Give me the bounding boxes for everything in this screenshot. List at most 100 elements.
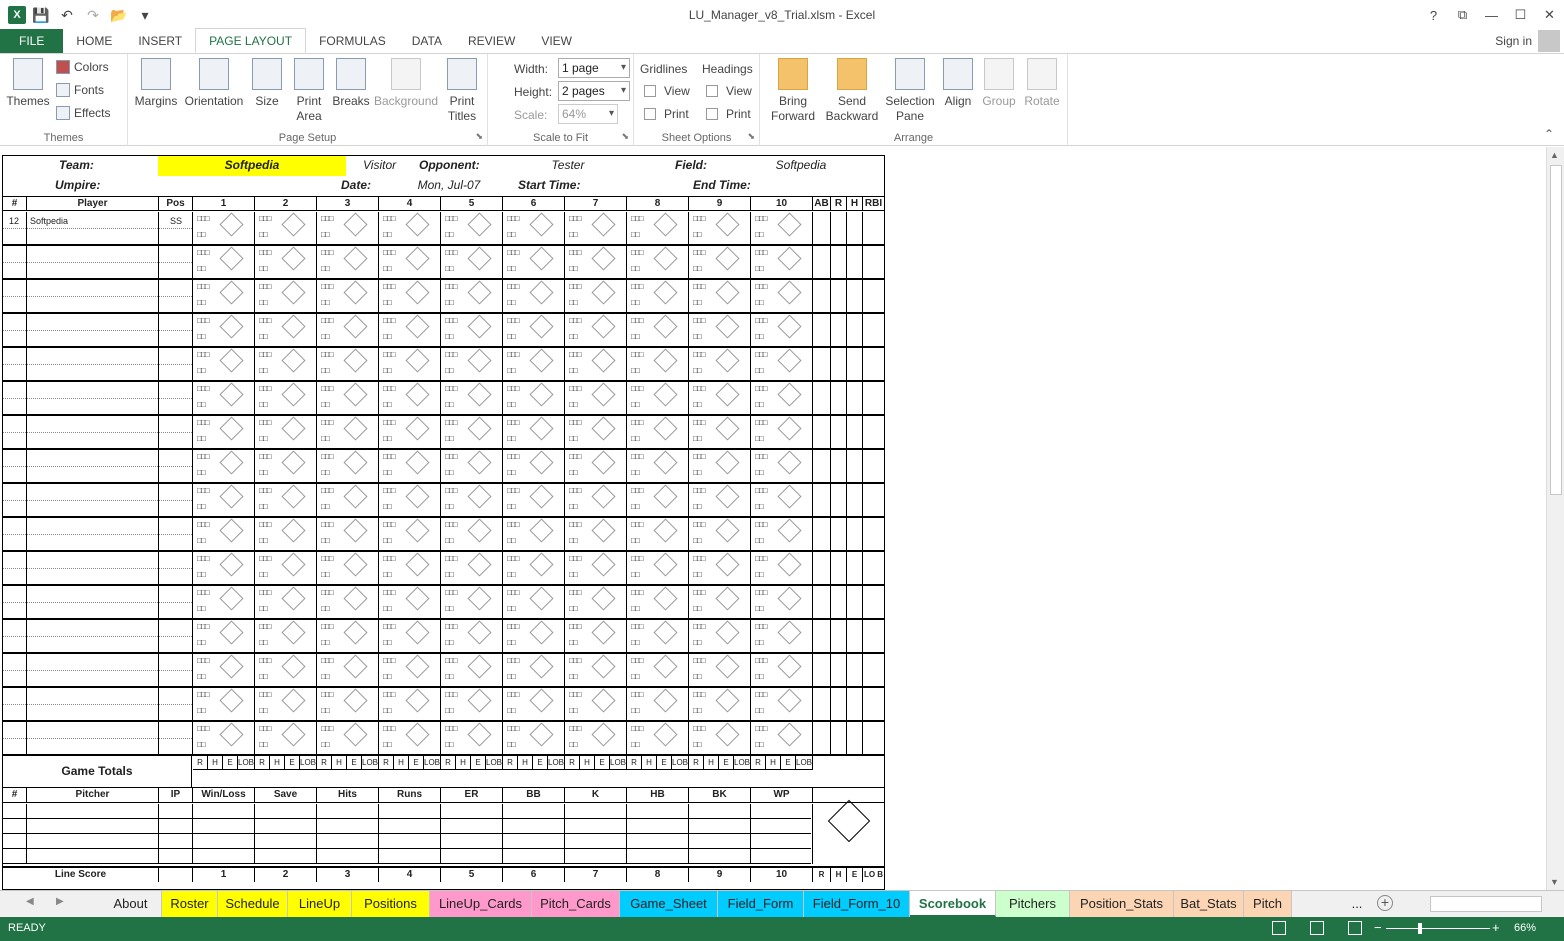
pitcher-cell[interactable] bbox=[627, 804, 689, 819]
worksheet[interactable]: Team: Softpedia Visitor Opponent: Tester… bbox=[0, 147, 1546, 890]
scroll-down-icon[interactable]: ▼ bbox=[1550, 877, 1559, 887]
sheet-tab-field-form[interactable]: Field_Form bbox=[718, 891, 804, 917]
at-bat-cell[interactable]: □□□ □□ bbox=[317, 654, 379, 686]
at-bat-cell[interactable]: □□□ □□ bbox=[627, 484, 689, 516]
page-layout-view-icon[interactable] bbox=[1310, 921, 1324, 935]
player-pos-cell[interactable] bbox=[159, 348, 193, 380]
stat-cell[interactable] bbox=[831, 518, 847, 550]
at-bat-cell[interactable]: □□□ □□ bbox=[565, 688, 627, 720]
redo-icon[interactable]: ↷ bbox=[82, 4, 104, 26]
at-bat-cell[interactable]: □□□ □□ bbox=[317, 722, 379, 754]
print-area-button[interactable]: Print Area bbox=[290, 58, 328, 124]
pitcher-cell[interactable] bbox=[379, 819, 441, 834]
player-number-cell[interactable] bbox=[3, 348, 27, 380]
at-bat-cell[interactable]: □□□ □□ bbox=[689, 552, 751, 584]
stat-cell[interactable] bbox=[863, 484, 884, 516]
group-button[interactable]: Group bbox=[982, 58, 1016, 109]
at-bat-cell[interactable]: □□□ □□ bbox=[503, 280, 565, 312]
pitcher-cell[interactable] bbox=[689, 804, 751, 819]
at-bat-cell[interactable]: □□□ □□ bbox=[503, 688, 565, 720]
player-pos-cell[interactable] bbox=[159, 654, 193, 686]
pitcher-cell[interactable] bbox=[317, 849, 379, 864]
zoom-level[interactable]: 66% bbox=[1514, 922, 1536, 934]
close-button[interactable]: ✕ bbox=[1535, 0, 1564, 30]
pitcher-cell[interactable] bbox=[565, 819, 627, 834]
at-bat-cell[interactable]: □□□ □□ bbox=[565, 722, 627, 754]
pitcher-cell[interactable] bbox=[255, 834, 317, 849]
align-button[interactable]: Align bbox=[942, 58, 974, 109]
at-bat-cell[interactable]: □□□ □□ bbox=[627, 314, 689, 346]
at-bat-cell[interactable]: □□□ □□ bbox=[379, 620, 441, 652]
at-bat-cell[interactable]: □□□ □□ bbox=[441, 382, 503, 414]
at-bat-cell[interactable]: □□□ □□ bbox=[627, 450, 689, 482]
at-bat-cell[interactable]: □□□ □□ bbox=[193, 348, 255, 380]
pitcher-cell[interactable] bbox=[193, 849, 255, 864]
stat-cell[interactable] bbox=[847, 654, 863, 686]
player-number-cell[interactable] bbox=[3, 484, 27, 516]
at-bat-cell[interactable]: □□□ □□ bbox=[503, 586, 565, 618]
at-bat-cell[interactable]: □□□ □□ bbox=[441, 620, 503, 652]
fonts-button[interactable]: Fonts bbox=[56, 83, 104, 97]
player-name-cell[interactable] bbox=[27, 620, 159, 652]
themes-button[interactable]: Themes bbox=[6, 58, 50, 109]
pitcher-cell[interactable] bbox=[751, 819, 813, 834]
player-pos-cell[interactable] bbox=[159, 518, 193, 550]
stat-cell[interactable] bbox=[813, 688, 831, 720]
at-bat-cell[interactable]: □□□ □□ bbox=[379, 450, 441, 482]
pitcher-cell[interactable] bbox=[159, 804, 193, 819]
at-bat-cell[interactable]: □□□ □□ bbox=[689, 348, 751, 380]
pitcher-cell[interactable] bbox=[689, 849, 751, 864]
player-pos-cell[interactable] bbox=[159, 688, 193, 720]
stat-cell[interactable] bbox=[831, 484, 847, 516]
player-number-cell[interactable] bbox=[3, 246, 27, 278]
stat-cell[interactable] bbox=[831, 314, 847, 346]
at-bat-cell[interactable]: □□□ □□ bbox=[193, 246, 255, 278]
player-name-cell[interactable] bbox=[27, 348, 159, 380]
at-bat-cell[interactable]: □□□ □□ bbox=[627, 552, 689, 584]
sheet-tab-lineup[interactable]: LineUp bbox=[288, 891, 352, 917]
sheet-tab-lineup-cards[interactable]: LineUp_Cards bbox=[430, 891, 532, 917]
next-sheet-icon[interactable]: ▶ bbox=[56, 896, 64, 907]
pitcher-cell[interactable] bbox=[565, 849, 627, 864]
at-bat-cell[interactable]: □□□ □□ bbox=[627, 654, 689, 686]
sheet-options-launcher-icon[interactable]: ⬊ bbox=[747, 131, 755, 142]
at-bat-cell[interactable]: □□□ □□ bbox=[441, 314, 503, 346]
scale-spinner[interactable]: 64% bbox=[558, 104, 618, 124]
at-bat-cell[interactable]: □□□ □□ bbox=[441, 484, 503, 516]
at-bat-cell[interactable]: □□□ □□ bbox=[503, 212, 565, 244]
at-bat-cell[interactable]: □□□ □□ bbox=[565, 654, 627, 686]
at-bat-cell[interactable]: □□□ □□ bbox=[751, 348, 813, 380]
sheet-tab-schedule[interactable]: Schedule bbox=[218, 891, 288, 917]
stat-cell[interactable] bbox=[863, 348, 884, 380]
margins-button[interactable]: Margins bbox=[134, 58, 178, 109]
pitcher-cell[interactable] bbox=[27, 819, 159, 834]
at-bat-cell[interactable]: □□□ □□ bbox=[565, 382, 627, 414]
player-number-cell[interactable] bbox=[3, 314, 27, 346]
pitcher-cell[interactable] bbox=[503, 834, 565, 849]
at-bat-cell[interactable]: □□□ □□ bbox=[627, 722, 689, 754]
at-bat-cell[interactable]: □□□ □□ bbox=[193, 314, 255, 346]
at-bat-cell[interactable]: □□□ □□ bbox=[689, 688, 751, 720]
at-bat-cell[interactable]: □□□ □□ bbox=[751, 450, 813, 482]
at-bat-cell[interactable]: □□□ □□ bbox=[627, 518, 689, 550]
at-bat-cell[interactable]: □□□ □□ bbox=[751, 654, 813, 686]
at-bat-cell[interactable]: □□□ □□ bbox=[255, 212, 317, 244]
stat-cell[interactable] bbox=[813, 586, 831, 618]
tab-view[interactable]: VIEW bbox=[528, 29, 585, 53]
at-bat-cell[interactable]: □□□ □□ bbox=[565, 586, 627, 618]
at-bat-cell[interactable]: □□□ □□ bbox=[689, 484, 751, 516]
sheet-tab-field-form-10[interactable]: Field_Form_10 bbox=[804, 891, 910, 917]
maximize-button[interactable]: ☐ bbox=[1506, 0, 1535, 30]
stat-cell[interactable] bbox=[813, 246, 831, 278]
stat-cell[interactable] bbox=[847, 212, 863, 244]
pitcher-cell[interactable] bbox=[3, 849, 27, 864]
at-bat-cell[interactable]: □□□ □□ bbox=[503, 314, 565, 346]
at-bat-cell[interactable]: □□□ □□ bbox=[503, 348, 565, 380]
sheet-tab-about[interactable]: About bbox=[100, 891, 162, 917]
at-bat-cell[interactable]: □□□ □□ bbox=[441, 212, 503, 244]
stat-cell[interactable] bbox=[813, 552, 831, 584]
pitcher-cell[interactable] bbox=[751, 849, 813, 864]
tab-insert[interactable]: INSERT bbox=[125, 29, 195, 53]
player-name-cell[interactable] bbox=[27, 518, 159, 550]
stat-cell[interactable] bbox=[831, 620, 847, 652]
